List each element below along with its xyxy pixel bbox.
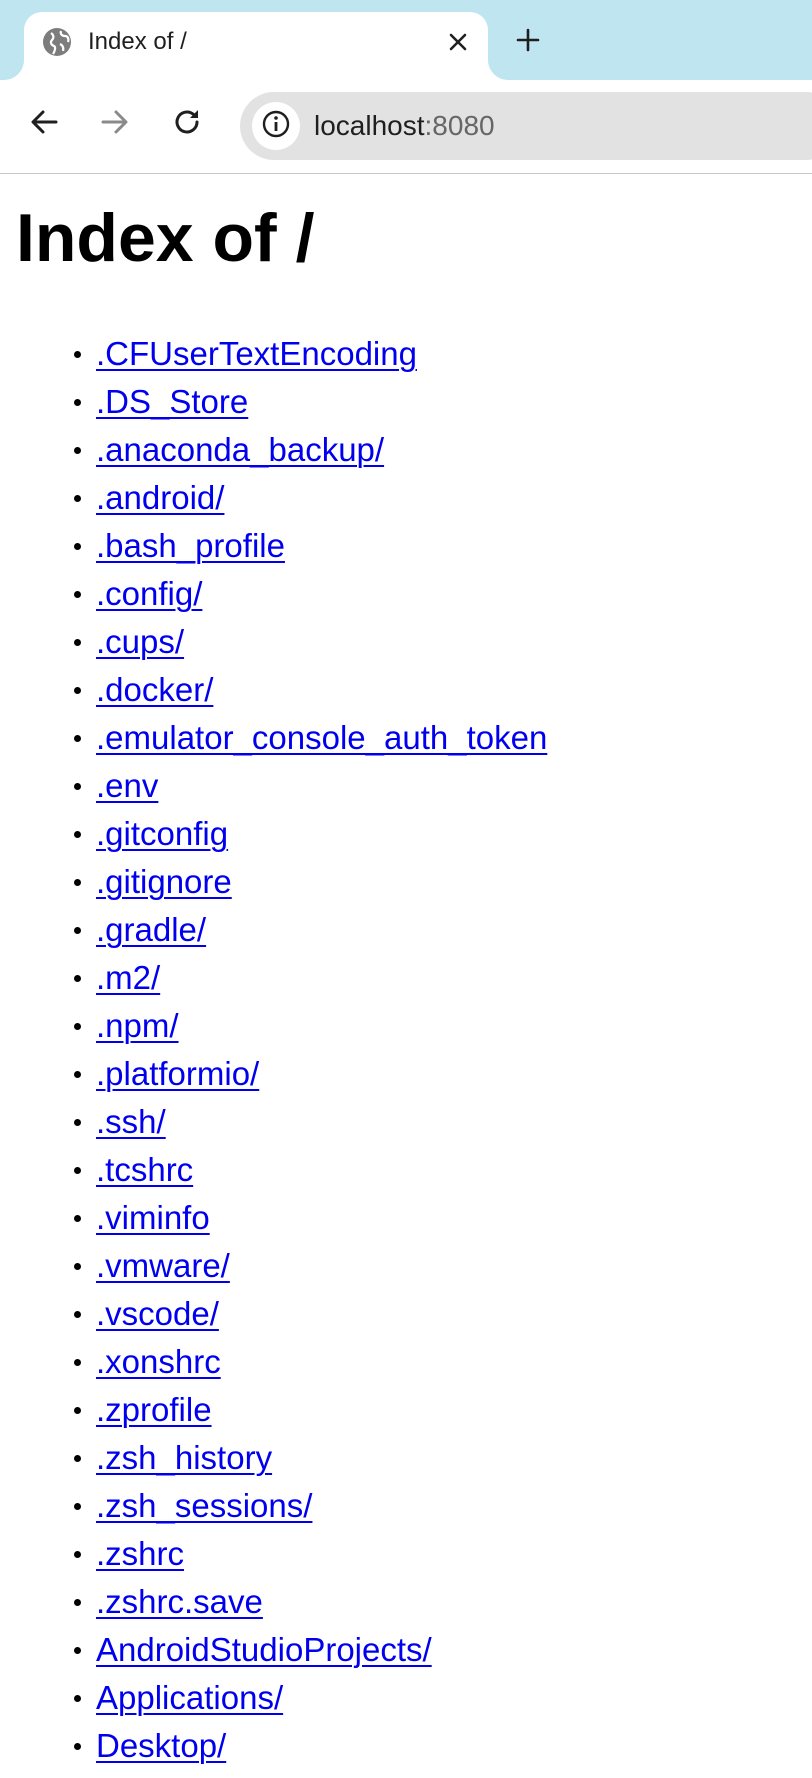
page-content: Index of / .CFUserTextEncoding .DS_Store… — [0, 174, 812, 1778]
list-item: .npm/ — [73, 1002, 547, 1050]
file-link[interactable]: .CFUserTextEncoding — [96, 335, 417, 372]
file-link[interactable]: .viminfo — [96, 1199, 210, 1236]
file-link[interactable]: .bash_profile — [96, 527, 285, 564]
new-tab-button[interactable] — [508, 22, 548, 62]
list-item: .gitconfig — [73, 810, 547, 858]
folder-link[interactable]: .npm/ — [96, 1007, 179, 1044]
list-item: .zsh_history — [73, 1434, 547, 1482]
file-link[interactable]: .zshrc — [96, 1535, 184, 1572]
forward-button[interactable] — [91, 100, 139, 148]
list-item: Desktop/ — [73, 1722, 547, 1770]
list-item: .xonshrc — [73, 1338, 547, 1386]
file-link[interactable]: .zshrc.save — [96, 1583, 263, 1620]
info-icon — [262, 110, 290, 143]
folder-link[interactable]: .anaconda_backup/ — [96, 431, 384, 468]
file-link[interactable]: .gitignore — [96, 863, 232, 900]
close-icon[interactable] — [442, 26, 474, 58]
folder-link[interactable]: .android/ — [96, 479, 224, 516]
folder-link[interactable]: .vmware/ — [96, 1247, 230, 1284]
list-item: .android/ — [73, 474, 547, 522]
list-item: .config/ — [73, 570, 547, 618]
directory-listing: .CFUserTextEncoding .DS_Store .anaconda_… — [0, 330, 547, 1770]
list-item: .zsh_sessions/ — [73, 1482, 547, 1530]
file-link[interactable]: .xonshrc — [96, 1343, 221, 1380]
file-link[interactable]: .zsh_history — [96, 1439, 272, 1476]
list-item: AndroidStudioProjects/ — [73, 1626, 547, 1674]
folder-link[interactable]: AndroidStudioProjects/ — [96, 1631, 432, 1668]
reload-button[interactable] — [163, 100, 211, 148]
url-port: :8080 — [424, 110, 495, 141]
list-item: .platformio/ — [73, 1050, 547, 1098]
toolbar: localhost:8080 — [0, 80, 812, 174]
folder-link[interactable]: .gradle/ — [96, 911, 206, 948]
list-item: .viminfo — [73, 1194, 547, 1242]
list-item: .gradle/ — [73, 906, 547, 954]
list-item: .emulator_console_auth_token — [73, 714, 547, 762]
plus-icon — [516, 28, 540, 57]
page-title: Index of / — [16, 200, 315, 276]
folder-link[interactable]: .docker/ — [96, 671, 213, 708]
folder-link[interactable]: .m2/ — [96, 959, 160, 996]
list-item: .m2/ — [73, 954, 547, 1002]
list-item: .gitignore — [73, 858, 547, 906]
list-item: .zshrc.save — [73, 1578, 547, 1626]
folder-link[interactable]: .zsh_sessions/ — [96, 1487, 312, 1524]
folder-link[interactable]: .cups/ — [96, 623, 184, 660]
file-link[interactable]: .tcshrc — [96, 1151, 193, 1188]
globe-icon — [42, 27, 72, 57]
file-link[interactable]: .env — [96, 767, 158, 804]
arrow-right-icon — [100, 107, 130, 142]
folder-link[interactable]: .platformio/ — [96, 1055, 259, 1092]
list-item: .docker/ — [73, 666, 547, 714]
list-item: .bash_profile — [73, 522, 547, 570]
file-link[interactable]: .emulator_console_auth_token — [96, 719, 547, 756]
list-item: .zshrc — [73, 1530, 547, 1578]
tab-strip: Index of / — [0, 0, 812, 80]
list-item: .vmware/ — [73, 1242, 547, 1290]
url-host: localhost — [314, 110, 425, 141]
list-item: .tcshrc — [73, 1146, 547, 1194]
folder-link[interactable]: .vscode/ — [96, 1295, 219, 1332]
tab-title: Index of / — [88, 28, 187, 55]
list-item: .vscode/ — [73, 1290, 547, 1338]
reload-icon — [172, 107, 202, 142]
list-item: .cups/ — [73, 618, 547, 666]
list-item: Applications/ — [73, 1674, 547, 1722]
folder-link[interactable]: Applications/ — [96, 1679, 283, 1716]
folder-link[interactable]: .ssh/ — [96, 1103, 166, 1140]
folder-link[interactable]: .config/ — [96, 575, 202, 612]
file-link[interactable]: .DS_Store — [96, 383, 248, 420]
back-button[interactable] — [20, 100, 68, 148]
list-item: .CFUserTextEncoding — [73, 330, 547, 378]
address-bar[interactable]: localhost:8080 — [240, 92, 812, 160]
file-link[interactable]: .gitconfig — [96, 815, 228, 852]
list-item: .anaconda_backup/ — [73, 426, 547, 474]
tab-index[interactable]: Index of / — [24, 12, 488, 80]
url-text[interactable]: localhost:8080 — [314, 110, 495, 142]
arrow-left-icon — [29, 107, 59, 142]
folder-link[interactable]: Desktop/ — [96, 1727, 226, 1764]
file-link[interactable]: .zprofile — [96, 1391, 212, 1428]
site-info-button[interactable] — [252, 102, 300, 150]
list-item: .zprofile — [73, 1386, 547, 1434]
list-item: .ssh/ — [73, 1098, 547, 1146]
list-item: .DS_Store — [73, 378, 547, 426]
list-item: .env — [73, 762, 547, 810]
